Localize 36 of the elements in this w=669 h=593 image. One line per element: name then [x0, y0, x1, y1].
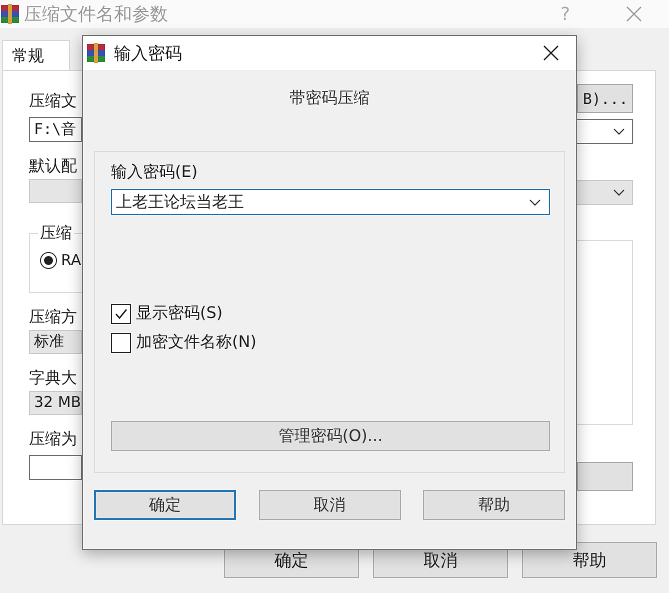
window-title: 压缩文件名和参数 — [24, 3, 168, 26]
radio-button[interactable] — [40, 252, 57, 268]
combo-box[interactable]: 标准 — [29, 330, 82, 354]
dialog-button[interactable]: 帮助 — [423, 490, 565, 520]
input-field[interactable] — [29, 455, 82, 480]
field-label: 输入密码(E) — [111, 162, 198, 182]
chevron-icon — [529, 198, 541, 206]
field-label: 压缩方 — [29, 307, 77, 327]
checkbox[interactable] — [111, 304, 131, 324]
radio-label: RA — [61, 251, 82, 269]
manage-passwords-button[interactable]: 管理密码(O)... — [111, 421, 550, 451]
dialog-title: 输入密码 — [114, 42, 182, 64]
button[interactable]: B)... — [577, 84, 633, 113]
dialog-button[interactable]: 取消 — [258, 490, 400, 520]
stacked-books-icon — [0, 4, 20, 24]
dialog-button[interactable]: 确定 — [94, 490, 236, 520]
field-label: 压缩文 — [29, 91, 77, 111]
dialog-button[interactable]: 帮助 — [522, 542, 657, 578]
group-label: 压缩 — [38, 223, 74, 243]
checkbox-label: 显示密码(S) — [136, 303, 223, 324]
chevron-icon — [613, 189, 625, 196]
field-label: 默认配 — [29, 156, 77, 176]
input-field[interactable]: F:\音 — [29, 117, 82, 142]
checkmark-icon — [114, 306, 128, 320]
combo-box[interactable]: 32 MB — [29, 391, 82, 415]
tab[interactable]: 常规 — [2, 40, 70, 70]
checkbox-label: 加密文件名称(N) — [136, 332, 256, 353]
field-label: 压缩为 — [29, 429, 77, 449]
field-label: 字典大 — [29, 368, 77, 388]
close-icon[interactable] — [543, 45, 559, 61]
checkbox[interactable] — [111, 332, 131, 352]
dropdown[interactable] — [577, 119, 633, 144]
password-field[interactable]: 上老王论坛当老王 — [111, 189, 550, 215]
chevron-icon — [613, 128, 625, 135]
stacked-books-icon — [86, 43, 106, 63]
dialog-heading: 带密码压缩 — [288, 88, 370, 108]
